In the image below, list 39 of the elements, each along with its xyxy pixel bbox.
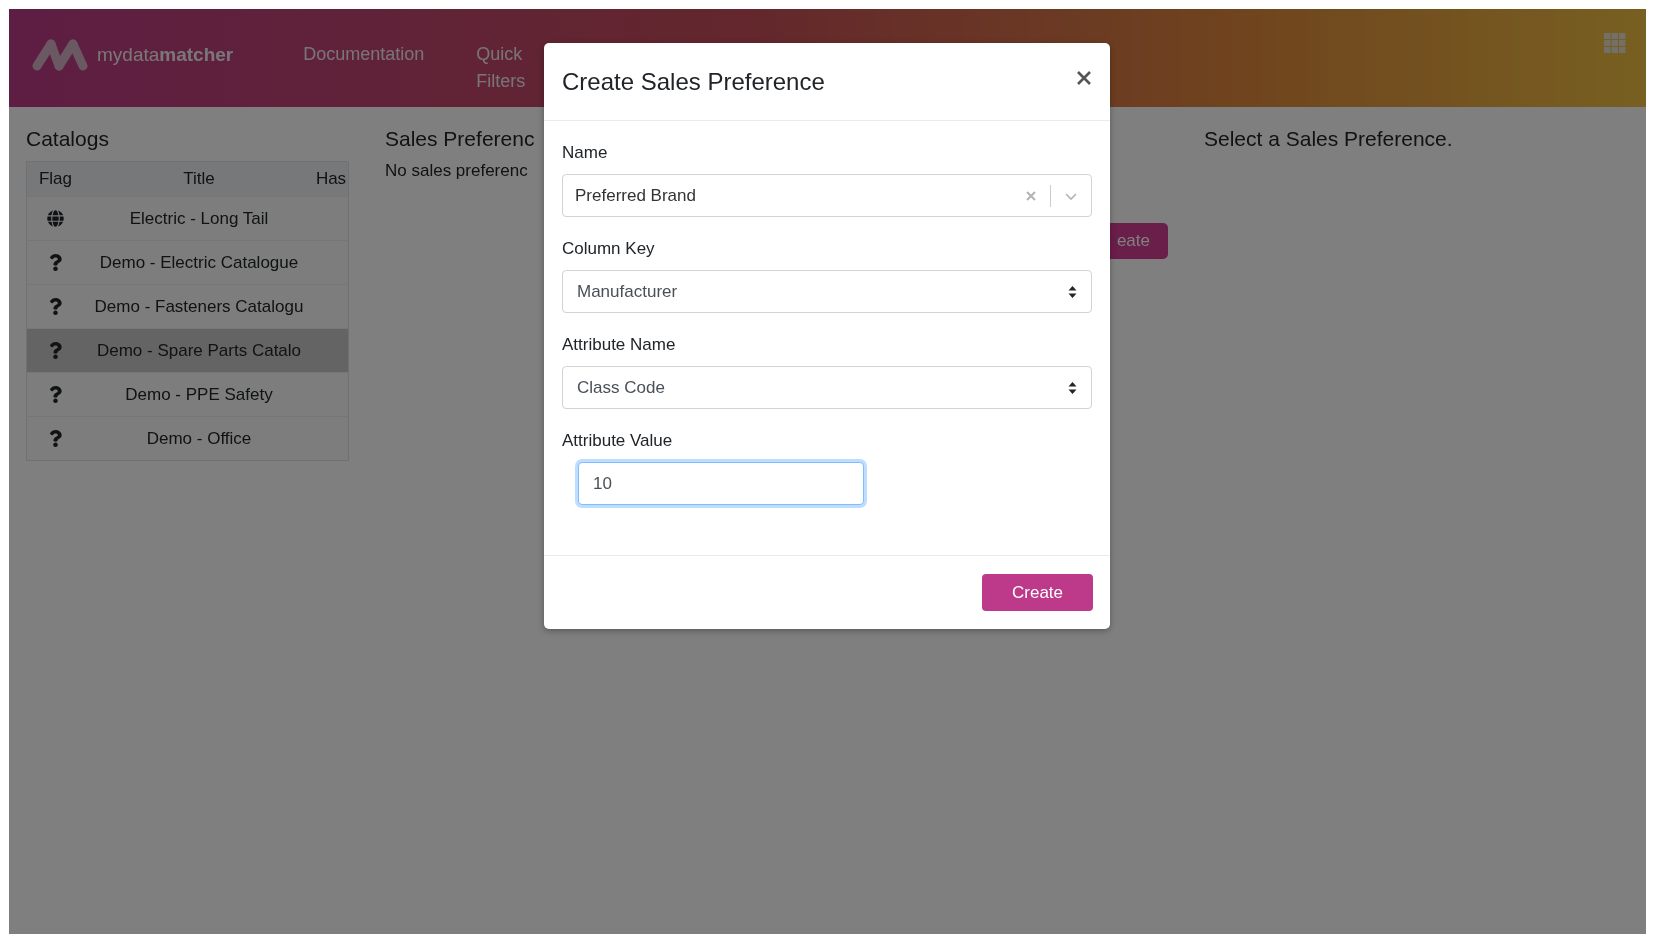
- field-label: Column Key: [562, 239, 656, 259]
- question-icon: [47, 342, 64, 359]
- field-label: Attribute Value: [562, 431, 674, 451]
- catalog-title: Demo - Electric Catalogue: [98, 252, 300, 273]
- catalog-title: Demo - Office: [145, 428, 253, 449]
- section-heading: Catalogs: [26, 127, 109, 151]
- brand-name: mydatamatcher: [97, 44, 234, 66]
- close-button[interactable]: [1076, 69, 1092, 86]
- column-header: Title: [182, 169, 216, 189]
- dialog-title: Create Sales Preference: [562, 67, 825, 96]
- app-grid-icon: [1604, 33, 1626, 53]
- catalog-title: Electric - Long Tail: [128, 208, 270, 229]
- sort-arrows-icon: [1068, 380, 1077, 395]
- catalog-title: Demo - PPE Safety: [124, 384, 274, 405]
- question-icon: [47, 298, 64, 315]
- catalog-title: Demo - Fasteners Catalogu: [93, 296, 305, 317]
- select-field[interactable]: Class Code: [562, 366, 1092, 409]
- nav-link[interactable]: Documentation: [303, 41, 425, 95]
- catalog-title: Demo - Spare Parts Catalo: [95, 340, 303, 361]
- section-heading: Sales Preferenc: [385, 127, 535, 151]
- empty-message: No sales preferenc: [385, 161, 528, 181]
- nav-link[interactable]: Quick Filters: [476, 41, 526, 95]
- attribute-value-field[interactable]: 10: [578, 462, 864, 505]
- globe-icon: [47, 210, 64, 227]
- sort-arrows-icon: [1068, 284, 1077, 299]
- field-label: Attribute Name: [562, 335, 677, 355]
- app-menu-button[interactable]: [1604, 33, 1626, 53]
- select-field[interactable]: Manufacturer: [562, 270, 1092, 313]
- detail-message: Select a Sales Preference.: [1204, 127, 1453, 151]
- field-label: Name: [562, 143, 609, 163]
- question-icon: [47, 386, 64, 403]
- create-button[interactable]: Create: [982, 574, 1093, 611]
- question-icon: [47, 430, 64, 447]
- catalog-row[interactable]: Demo - Spare Parts Catalo: [27, 328, 348, 372]
- column-header: Flag: [37, 169, 74, 189]
- column-header: Has: [314, 169, 348, 189]
- logo-icon: [31, 38, 89, 72]
- name-combobox[interactable]: Preferred Brand: [562, 174, 1092, 217]
- question-icon: [47, 254, 64, 271]
